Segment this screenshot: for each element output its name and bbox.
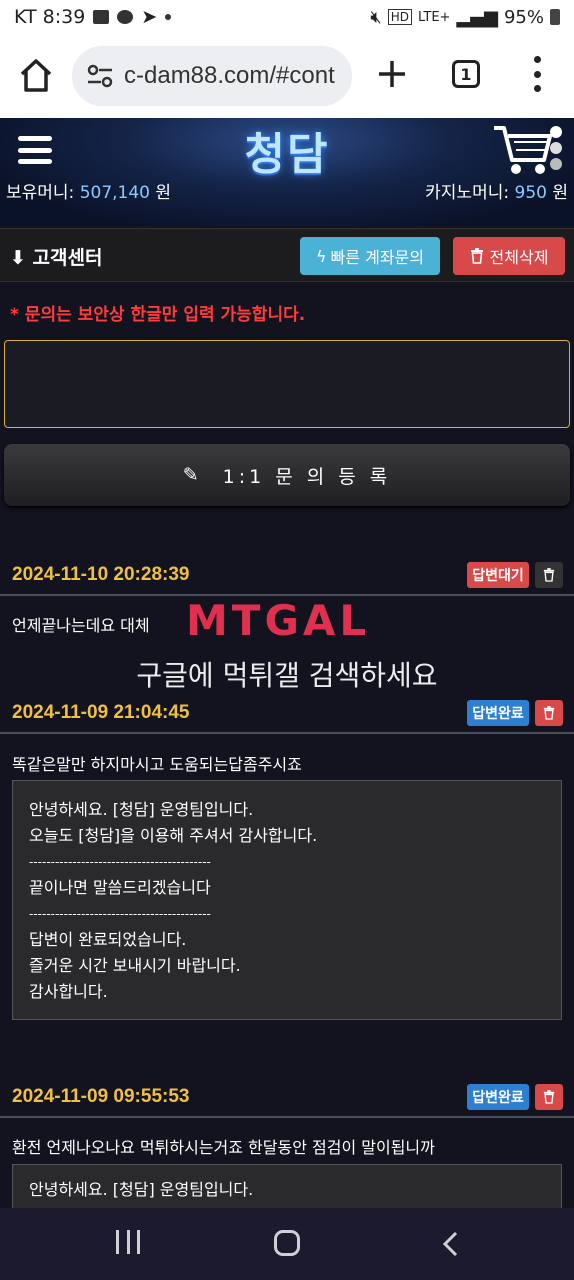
pencil-icon: ✎ <box>182 464 203 486</box>
casino-money: 카지노머니: 950 원 <box>425 183 568 203</box>
watermark-logo: MTGAL <box>186 595 382 645</box>
input-notice: * 문의는 보안상 한글만 입력 가능합니다. <box>10 305 306 325</box>
site-logo[interactable]: 청담 <box>0 118 574 182</box>
answer-line: 즐거운 시간 보내시기 바랍니다. <box>29 956 241 975</box>
new-tab-icon[interactable] <box>376 58 408 90</box>
post-header: 2024-11-09 21:04:45 답변완료 <box>0 694 574 734</box>
tab-switcher-button[interactable]: 1 <box>452 60 480 88</box>
status-badge: 답변완료 <box>467 700 529 726</box>
post-question: 환전 언제나오나요 먹튀하시는거죠 한달동안 점검이 말이됩니까 <box>12 1138 435 1157</box>
url-text: c-dam88.com/#cont <box>124 62 335 89</box>
gallery-icon <box>93 10 110 24</box>
quick-account-inquiry-button[interactable]: ϟ 빠른 계좌문의 <box>300 237 440 275</box>
site-header: 청담 보유머니: 507,140 원 카지노머니: 950 원 <box>0 118 574 226</box>
customer-center-bar: ⬇ 고객센터 ϟ 빠른 계좌문의 전체삭제 <box>0 228 574 282</box>
trash-icon <box>543 1090 555 1104</box>
delete-post-button[interactable] <box>535 1084 563 1110</box>
post-header: 2024-11-09 09:55:53 답변완료 <box>0 1078 574 1118</box>
answer-line: 감사합니다. <box>29 982 108 1001</box>
watermark-logo-text: MTGAL <box>186 595 371 645</box>
answer-line: 오늘도 [청담]을 이용해 주셔서 감사합니다. <box>29 826 318 845</box>
trash-icon <box>470 248 483 264</box>
telegram-icon: ➤ <box>141 6 158 28</box>
system-nav-bar <box>0 1208 574 1280</box>
trash-icon <box>543 568 555 582</box>
message-icon <box>117 10 134 24</box>
delete-post-button[interactable] <box>535 700 563 726</box>
customer-center-title: ⬇ 고객센터 <box>10 247 103 269</box>
post-date: 2024-11-09 09:55:53 <box>12 1086 190 1107</box>
lightning-icon: ϟ <box>316 246 327 266</box>
status-bar: KT 8:39 ➤ 🔇︎ HD LTE+ ▂▄▆ 95% <box>0 0 574 34</box>
status-badge: 답변완료 <box>467 1084 529 1110</box>
signal-icon: ▂▄▆ <box>456 6 498 28</box>
answer-line: 안녕하세요. [청담] 운영팀입니다. <box>29 1180 254 1199</box>
site-settings-icon[interactable] <box>86 64 114 88</box>
cart-icon[interactable] <box>492 122 564 178</box>
balance-money-value: 507,140 <box>79 183 151 203</box>
home-button-icon[interactable] <box>274 1230 300 1256</box>
answer-box: 안녕하세요. [청담] 운영팀입니다. <box>12 1164 562 1208</box>
home-icon[interactable] <box>18 56 54 96</box>
casino-money-value: 950 <box>514 183 547 203</box>
post-date: 2024-11-09 21:04:45 <box>12 702 190 723</box>
post-question: 언제끝나는데요 대체 <box>12 616 150 635</box>
answer-line: 끝이나면 말씀드리겠습니다 <box>29 878 211 897</box>
delete-all-button[interactable]: 전체삭제 <box>453 237 565 275</box>
arrow-down-icon: ⬇ <box>10 247 26 269</box>
watermark-text: 구글에 먹튀갤 검색하세요 <box>136 659 438 692</box>
trash-icon <box>543 706 555 720</box>
answer-box: 안녕하세요. [청담] 운영팀입니다. 오늘도 [청담]을 이용해 주셔서 감사… <box>12 780 562 1020</box>
hd-icon: HD <box>387 9 412 25</box>
post-header: 2024-11-10 20:28:39 답변대기 <box>0 556 574 596</box>
back-icon[interactable] <box>438 1230 464 1258</box>
post-date: 2024-11-10 20:28:39 <box>12 564 190 585</box>
network-type: LTE+ <box>417 9 451 25</box>
answer-line: 안녕하세요. [청담] 운영팀입니다. <box>29 800 254 819</box>
inquiry-textarea[interactable] <box>4 340 570 428</box>
status-badge: 답변대기 <box>467 562 529 588</box>
browser-menu-icon[interactable] <box>532 56 542 92</box>
answer-line: 답변이 완료되었습니다. <box>29 930 187 949</box>
delete-post-button[interactable] <box>535 562 563 588</box>
answer-divider: ----------------------------------------… <box>29 855 211 869</box>
mute-icon: 🔇︎ <box>370 6 382 28</box>
more-notifications-icon <box>165 14 172 20</box>
balance-money: 보유머니: 507,140 원 <box>6 183 172 203</box>
address-bar[interactable]: c-dam88.com/#cont <box>72 46 352 106</box>
browser-toolbar: c-dam88.com/#cont 1 <box>0 34 574 118</box>
answer-divider: ----------------------------------------… <box>29 907 211 921</box>
register-inquiry-button[interactable]: ✎ 1:1 문 의 등 록 <box>4 444 570 506</box>
battery-icon <box>550 9 560 25</box>
carrier-time: KT 8:39 <box>14 6 86 28</box>
post-question: 똑같은말만 하지마시고 도움되는답좀주시죠 <box>12 755 302 774</box>
battery-level: 95% <box>503 6 544 28</box>
recent-apps-icon[interactable] <box>116 1230 140 1258</box>
